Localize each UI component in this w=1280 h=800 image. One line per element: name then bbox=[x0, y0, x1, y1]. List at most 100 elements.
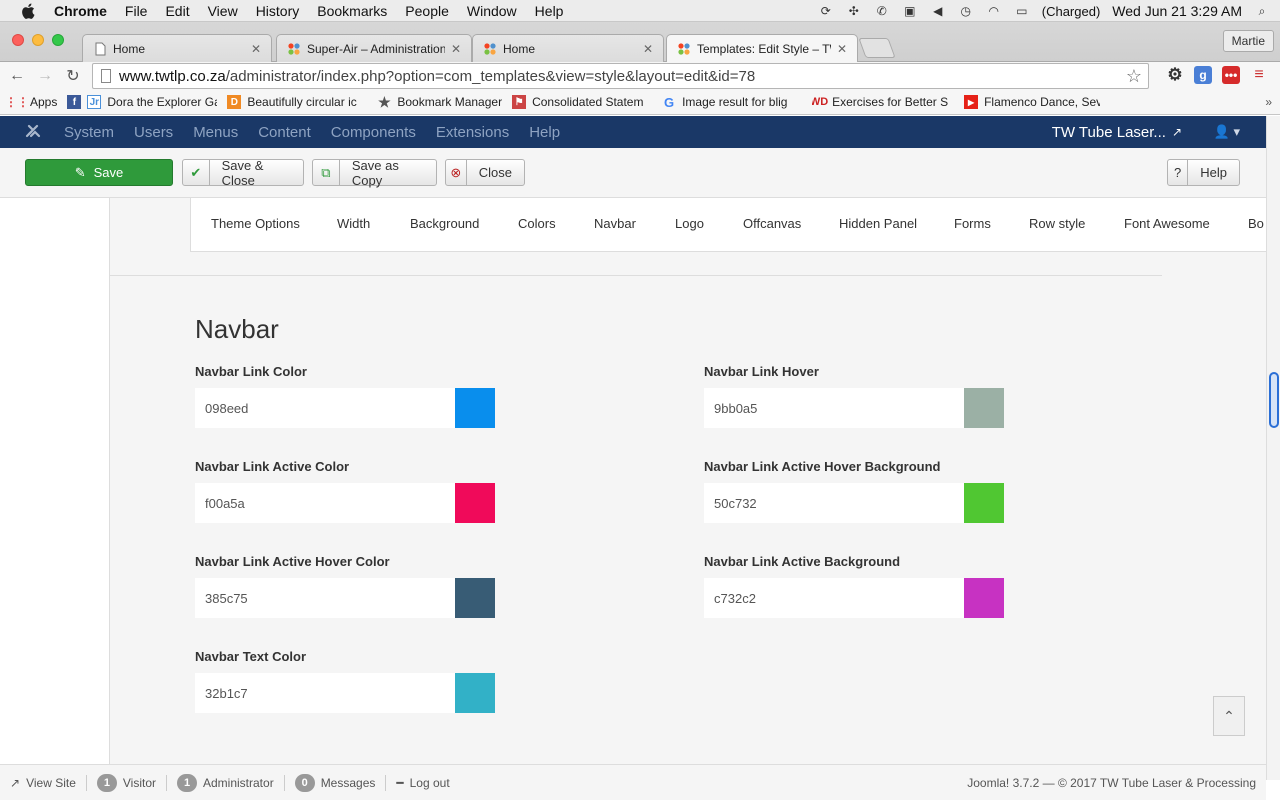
bookmark-item[interactable]: G Image result for blig bbox=[662, 95, 802, 109]
view-site-link[interactable]: ↗ View Site bbox=[10, 776, 76, 790]
bookmark-item[interactable]: ▶ Flamenco Dance, Sev bbox=[964, 95, 1100, 109]
tab-font-awesome[interactable]: Font Awesome bbox=[1124, 216, 1210, 231]
nav-users[interactable]: Users bbox=[134, 124, 173, 141]
tab-close-icon[interactable]: ✕ bbox=[251, 42, 261, 56]
address-bar[interactable]: www.twtlp.co.za/administrator/index.php?… bbox=[92, 63, 1149, 89]
close-button[interactable]: ⊗ Close bbox=[445, 159, 525, 186]
menu-view[interactable]: View bbox=[208, 3, 238, 19]
scrollbar-thumb[interactable] bbox=[1269, 372, 1279, 428]
menu-people[interactable]: People bbox=[405, 3, 449, 19]
menu-window[interactable]: Window bbox=[467, 3, 517, 19]
admins-indicator[interactable]: 1 Administrator bbox=[177, 773, 274, 792]
tab-width[interactable]: Width bbox=[337, 216, 370, 231]
joomla-logo-icon[interactable] bbox=[24, 123, 42, 141]
browser-tab[interactable]: Home ✕ bbox=[82, 34, 272, 62]
tab-logo[interactable]: Logo bbox=[675, 216, 704, 231]
bookmark-item[interactable]: D Beautifully circular ic bbox=[227, 95, 367, 109]
zoom-window-button[interactable] bbox=[52, 34, 64, 46]
tab-close-icon[interactable]: ✕ bbox=[837, 42, 847, 56]
sync-icon[interactable]: ⟳ bbox=[818, 4, 834, 18]
messages-indicator[interactable]: 0 Messages bbox=[294, 773, 375, 792]
lastpass-extension-icon[interactable]: ••• bbox=[1222, 66, 1240, 84]
bookmark-item[interactable]: WD Exercises for Better S bbox=[812, 95, 954, 109]
menu-history[interactable]: History bbox=[256, 3, 300, 19]
nav-system[interactable]: System bbox=[64, 124, 114, 141]
google-extension-icon[interactable]: g bbox=[1194, 66, 1212, 84]
browser-tab-active[interactable]: Templates: Edit Style – TW ✕ bbox=[666, 34, 858, 63]
tab-colors[interactable]: Colors bbox=[518, 216, 556, 231]
volume-icon[interactable]: ◀ bbox=[930, 4, 946, 18]
wifi-icon[interactable]: ◠ bbox=[986, 4, 1002, 18]
help-button[interactable]: ? Help bbox=[1167, 159, 1240, 186]
menubar-clock[interactable]: Wed Jun 21 3:29 AM bbox=[1112, 3, 1242, 19]
browser-tab[interactable]: Home ✕ bbox=[472, 34, 664, 62]
display-icon[interactable]: ▣ bbox=[902, 4, 918, 18]
tab-forms[interactable]: Forms bbox=[954, 216, 991, 231]
chrome-menu-icon[interactable]: ≡ bbox=[1250, 66, 1268, 84]
browser-tab[interactable]: Super-Air – Administration ✕ bbox=[276, 34, 472, 62]
color-input[interactable]: 32b1c7 bbox=[195, 673, 455, 713]
color-input[interactable]: 9bb0a5 bbox=[704, 388, 964, 428]
visitors-indicator[interactable]: 1 Visitor bbox=[96, 773, 156, 792]
save-button[interactable]: ✎ Save bbox=[25, 159, 173, 186]
menu-help[interactable]: Help bbox=[535, 3, 564, 19]
bookmark-star-icon[interactable]: ☆ bbox=[1126, 66, 1142, 87]
forward-icon[interactable]: → bbox=[34, 67, 56, 85]
tab-close-icon[interactable]: ✕ bbox=[643, 42, 653, 56]
tab-row-style[interactable]: Row style bbox=[1029, 216, 1085, 231]
save-close-button[interactable]: ✔ Save & Close bbox=[182, 158, 304, 188]
bookmark-item[interactable]: ★ Bookmark Manager bbox=[377, 95, 502, 109]
menu-file[interactable]: File bbox=[125, 3, 148, 19]
color-input[interactable]: 385c75 bbox=[195, 578, 455, 618]
color-swatch[interactable] bbox=[964, 578, 1004, 618]
spotlight-icon[interactable]: ⌕ bbox=[1254, 4, 1270, 18]
bookmark-apps[interactable]: ⋮⋮ Apps bbox=[10, 95, 57, 109]
tab-background[interactable]: Background bbox=[410, 216, 479, 231]
close-window-button[interactable] bbox=[12, 34, 24, 46]
nav-help[interactable]: Help bbox=[529, 124, 560, 141]
menu-app-name[interactable]: Chrome bbox=[54, 3, 107, 19]
profile-button[interactable]: Martie bbox=[1222, 30, 1274, 52]
color-input[interactable]: 098eed bbox=[195, 388, 455, 428]
color-swatch[interactable] bbox=[964, 388, 1004, 428]
apple-icon[interactable] bbox=[20, 2, 38, 20]
user-menu-icon[interactable]: 👤 ▾ bbox=[1214, 124, 1240, 140]
nav-content[interactable]: Content bbox=[258, 124, 311, 141]
scroll-to-top-button[interactable]: ⌃ bbox=[1213, 696, 1245, 736]
new-tab-button[interactable] bbox=[858, 38, 896, 58]
bookmark-item[interactable]: f Jr Dora the Explorer Ga bbox=[67, 95, 217, 109]
color-swatch[interactable] bbox=[455, 388, 495, 428]
color-swatch[interactable] bbox=[455, 673, 495, 713]
minimize-window-button[interactable] bbox=[32, 34, 44, 46]
color-input[interactable]: 50c732 bbox=[704, 483, 964, 523]
plus-icon[interactable]: ✣ bbox=[846, 4, 862, 18]
page-scrollbar[interactable] bbox=[1266, 116, 1280, 780]
color-swatch[interactable] bbox=[964, 483, 1004, 523]
battery-icon[interactable]: ▭ bbox=[1014, 4, 1030, 18]
clock-icon[interactable]: ◷ bbox=[958, 4, 974, 18]
nav-menus[interactable]: Menus bbox=[193, 124, 238, 141]
color-swatch[interactable] bbox=[455, 578, 495, 618]
tab-close-icon[interactable]: ✕ bbox=[451, 42, 461, 56]
nav-extensions[interactable]: Extensions bbox=[436, 124, 509, 141]
site-name-link[interactable]: TW Tube Laser... ↗ bbox=[1052, 124, 1182, 141]
tab-offcanvas[interactable]: Offcanvas bbox=[743, 216, 801, 231]
tab-theme-options[interactable]: Theme Options bbox=[211, 216, 300, 231]
logout-link[interactable]: ━ Log out bbox=[396, 776, 449, 790]
nav-components[interactable]: Components bbox=[331, 124, 416, 141]
menu-bookmarks[interactable]: Bookmarks bbox=[317, 3, 387, 19]
reload-icon[interactable]: ↻ bbox=[62, 66, 84, 86]
back-icon[interactable]: ← bbox=[6, 67, 28, 85]
menu-edit[interactable]: Edit bbox=[165, 3, 189, 19]
save-copy-button[interactable]: ⧉ Save as Copy bbox=[312, 158, 437, 188]
color-input[interactable]: f00a5a bbox=[195, 483, 455, 523]
more-bookmarks-icon[interactable]: » bbox=[1265, 95, 1272, 109]
bookmark-item[interactable]: ⚑ Consolidated Statem bbox=[512, 95, 652, 109]
color-swatch[interactable] bbox=[455, 483, 495, 523]
tab-hidden-panel[interactable]: Hidden Panel bbox=[839, 216, 917, 231]
phone-icon[interactable]: ✆ bbox=[874, 4, 890, 18]
page-info-icon[interactable] bbox=[101, 69, 111, 83]
tab-navbar[interactable]: Navbar bbox=[594, 216, 636, 231]
tab-more[interactable]: Bo bbox=[1248, 216, 1264, 231]
gear-icon[interactable]: ⚙ bbox=[1166, 65, 1184, 84]
